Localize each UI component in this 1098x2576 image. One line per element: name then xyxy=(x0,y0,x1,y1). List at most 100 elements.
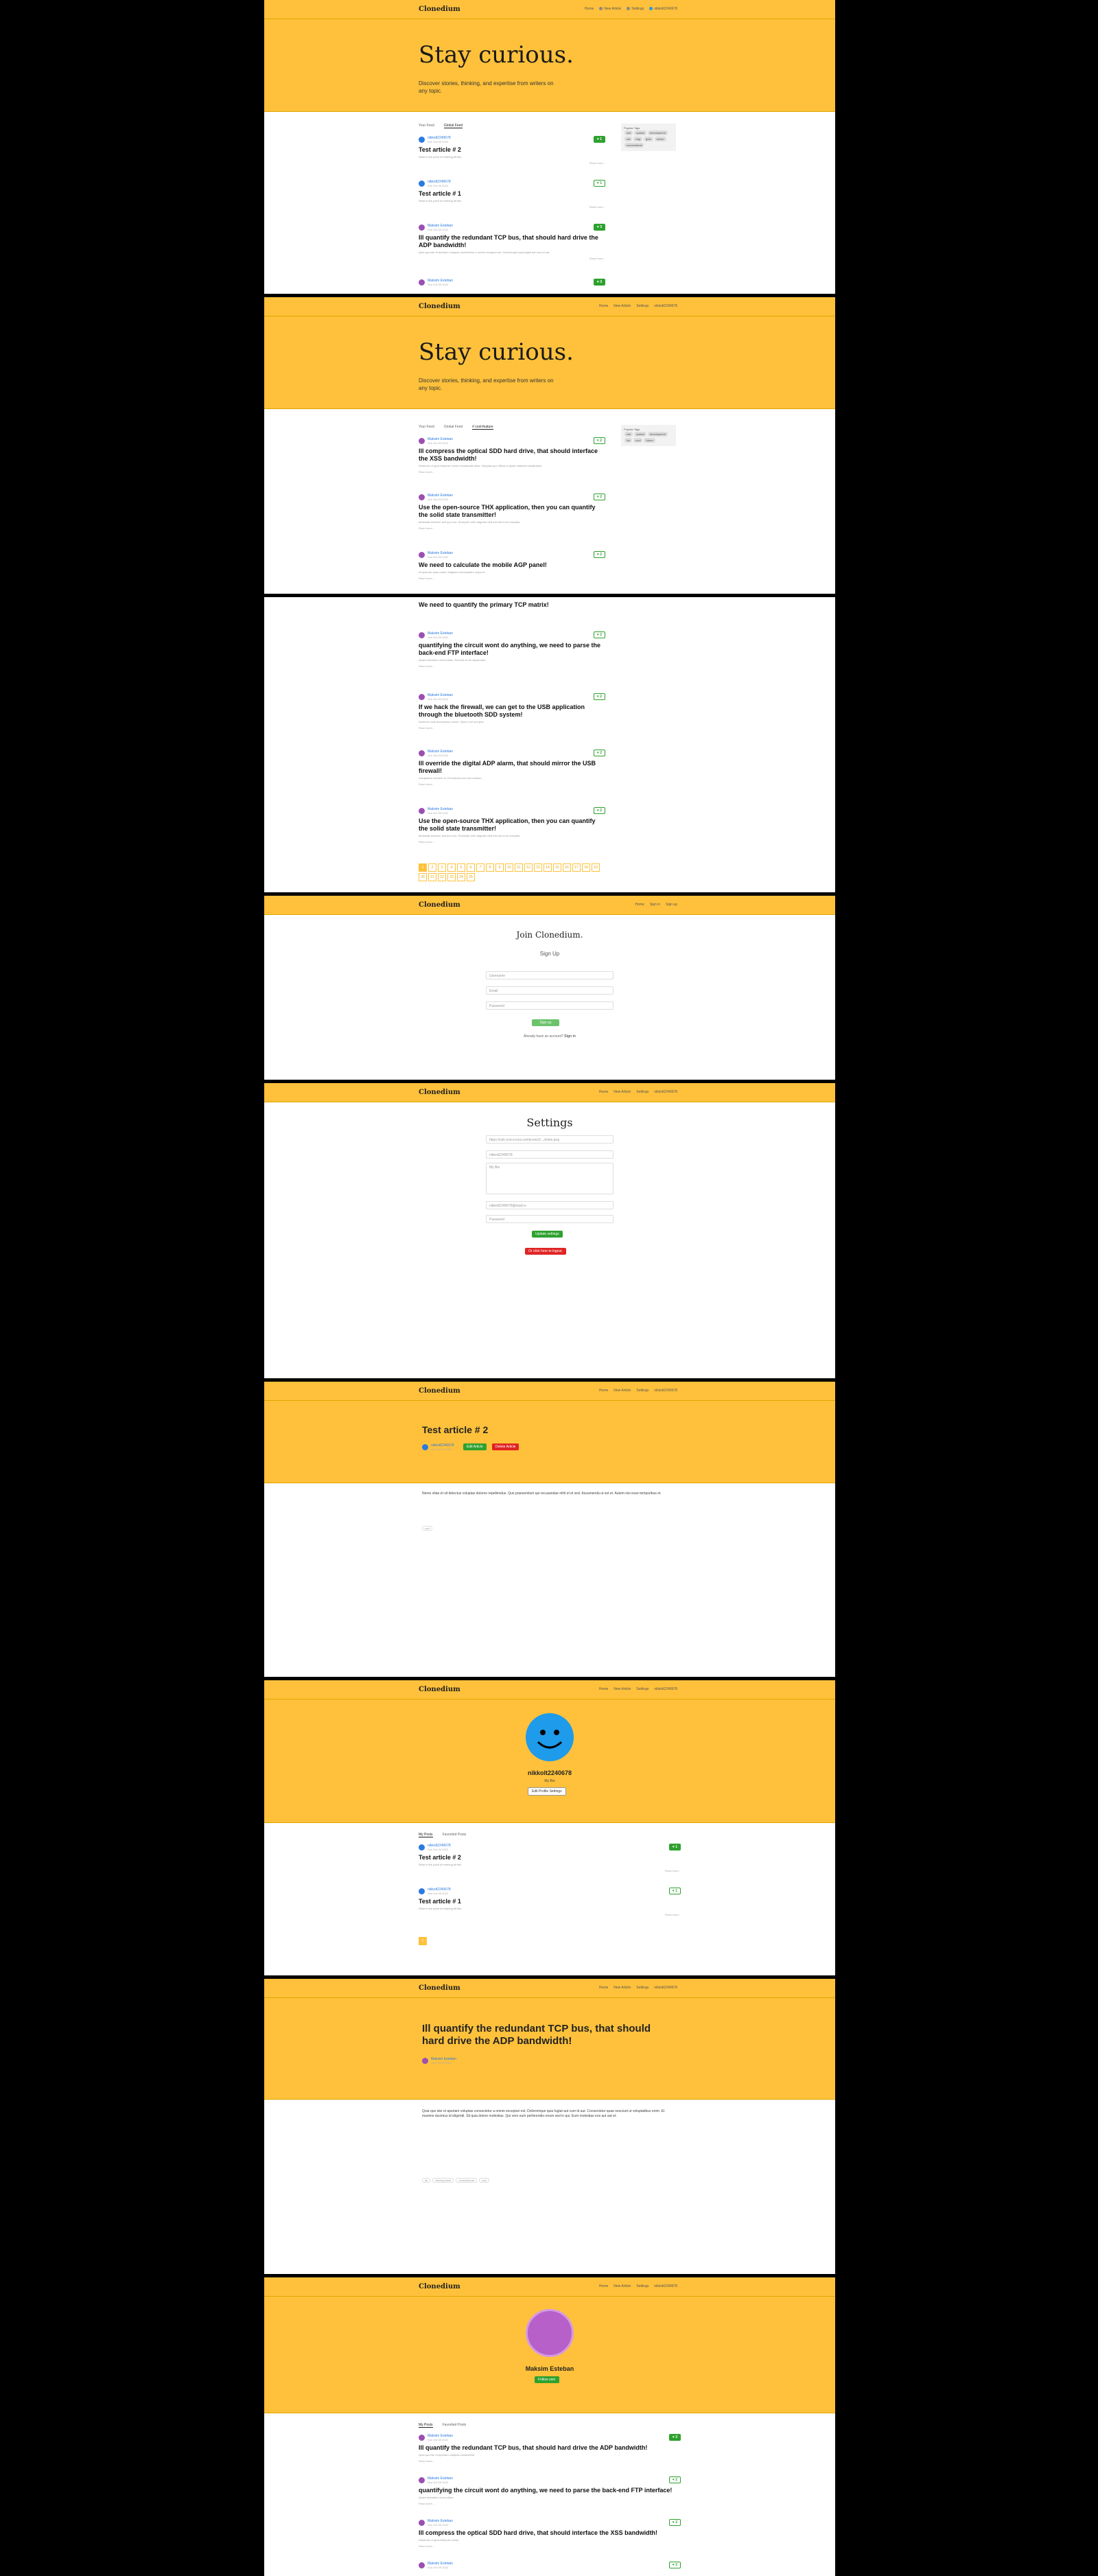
username-input[interactable]: nikkolt2240678 xyxy=(486,1150,614,1159)
email-input[interactable]: nikkolt2240678@mail.ru xyxy=(486,1201,614,1209)
avatar[interactable] xyxy=(419,808,425,814)
brand-logo[interactable]: Clonedium xyxy=(419,901,460,909)
image-url-input[interactable]: https://cdn.icon-icons.com/icons2/.../sm… xyxy=(486,1135,614,1144)
nav-user[interactable]: nikkolt2240678 xyxy=(654,304,677,308)
update-settings-button[interactable]: Update settings xyxy=(532,1231,563,1238)
like-button[interactable]: ♥ 2 xyxy=(593,750,605,756)
nav-user[interactable]: nikkolt2240678 xyxy=(654,1687,677,1691)
tab-tag[interactable]: # cool-feature xyxy=(472,425,493,430)
nav-settings[interactable]: Settings xyxy=(636,1389,649,1393)
read-more[interactable]: Read more... xyxy=(419,577,605,580)
article-preview[interactable]: Maksim Esteban Sun Oct 09 2022 ♥ 2 Use th… xyxy=(419,807,605,844)
tag-pill[interactable]: development xyxy=(648,130,668,135)
page-link[interactable]: 14 xyxy=(544,863,552,872)
article-title[interactable]: quantifying the circuit wont do anything… xyxy=(419,642,605,657)
article-title[interactable]: Ill compress the optical SDD hard drive,… xyxy=(419,2529,681,2537)
article-title[interactable]: If we hack the firewall, we can get to t… xyxy=(419,704,605,719)
page-link[interactable]: 10 xyxy=(505,863,513,872)
page-link[interactable]: 2 xyxy=(428,863,436,872)
signin-link[interactable]: Sign in xyxy=(564,1034,576,1038)
nav-settings[interactable]: Settings xyxy=(627,7,644,11)
page-link[interactable]: 18 xyxy=(582,863,590,872)
like-button[interactable]: ♥ 3 xyxy=(668,2434,681,2441)
like-button[interactable]: ♥ 1 xyxy=(593,180,605,187)
page-link[interactable]: 23 xyxy=(447,873,456,881)
read-more[interactable]: Read more... xyxy=(419,257,605,260)
page-link[interactable]: 1 xyxy=(419,863,427,872)
page-link[interactable]: 19 xyxy=(592,863,600,872)
tag-pill[interactable]: development xyxy=(432,2178,454,2183)
article-title[interactable]: Test article # 1 xyxy=(419,190,605,198)
article-title[interactable]: Ill compress the optical SDD hard drive,… xyxy=(419,448,605,463)
page-link[interactable]: 24 xyxy=(457,873,465,881)
password-field[interactable]: Password xyxy=(486,1001,614,1010)
nav-signin[interactable]: Sign in xyxy=(650,903,660,907)
tag-pill[interactable]: cool xyxy=(478,2178,490,2183)
tab-global-feed[interactable]: Global Feed xyxy=(443,124,463,128)
tag-pill[interactable]: cat xyxy=(624,137,633,141)
article-preview[interactable]: Maksim Esteban Sun Oct 09 2022 ♥ 2 Use th… xyxy=(419,494,605,530)
article-title[interactable]: We need to quantify the primary TCP matr… xyxy=(419,601,605,609)
brand-logo[interactable]: Clonedium xyxy=(419,2283,460,2290)
read-more[interactable]: Read more... xyxy=(419,726,605,730)
nav-settings[interactable]: Settings xyxy=(636,304,649,308)
article-title[interactable]: Test article # 1 xyxy=(419,1898,681,1905)
page-link[interactable]: 22 xyxy=(438,873,446,881)
avatar[interactable] xyxy=(419,2435,425,2441)
article-preview[interactable]: Maksim Esteban Sun Oct 09 2022 ♥ 2 quanti… xyxy=(419,631,605,668)
tag-pill[interactable]: cool xyxy=(633,438,643,443)
article-preview[interactable]: nikkolt2240678 Sun Oct 09 2022 ♥ 1 Test a… xyxy=(419,136,605,165)
page-link[interactable]: 12 xyxy=(524,863,533,872)
article-preview[interactable]: Maksim Esteban Sun Oct 09 2022 ♥ 2 quanti… xyxy=(419,2476,681,2505)
page-link[interactable]: 4 xyxy=(447,863,456,872)
avatar[interactable] xyxy=(419,438,425,444)
article-title[interactable]: Test article # 2 xyxy=(419,1854,681,1861)
article-preview[interactable]: Maksim Esteban Sun Oct 09 2022 ♥ 3 Ill qu… xyxy=(419,224,605,260)
avatar[interactable] xyxy=(419,2477,425,2483)
avatar[interactable] xyxy=(419,694,425,700)
avatar[interactable] xyxy=(419,632,425,638)
nav-user[interactable]: nikkolt2240678 xyxy=(649,7,677,11)
brand-logo[interactable]: Clonedium xyxy=(419,1089,460,1096)
article-preview[interactable]: nikkolt2240678 Sun Oct 09 2022 ♥ 1 Test a… xyxy=(419,1844,681,1872)
article-preview[interactable]: We need to quantify the primary TCP matr… xyxy=(419,599,605,609)
like-button[interactable]: ♥ 2 xyxy=(593,807,605,814)
article-preview[interactable]: nikkolt2240678 Sun Oct 09 2022 ♥ 1 Test a… xyxy=(419,180,605,209)
nav-new-article[interactable]: New Article xyxy=(614,1687,631,1691)
read-more[interactable]: Read more... xyxy=(419,470,605,474)
read-more[interactable]: Read more... xyxy=(419,2459,681,2463)
nav-home[interactable]: Home xyxy=(635,903,644,907)
nav-new-article[interactable]: New Article xyxy=(599,7,621,11)
like-button[interactable]: ♥ 2 xyxy=(593,437,605,444)
brand-logo[interactable]: Clonedium xyxy=(419,1984,460,1992)
page-link[interactable]: 5 xyxy=(457,863,465,872)
article-preview[interactable]: Maksim Esteban Sun Oct 09 2022 ♥ 2 Ill co… xyxy=(419,437,605,474)
email-field[interactable]: Email xyxy=(486,986,614,995)
avatar[interactable] xyxy=(419,137,425,143)
tab-your-feed[interactable]: Your Feed xyxy=(419,425,434,430)
article-title[interactable]: Ill quantify the redundant TCP bus, that… xyxy=(419,234,605,249)
article-preview[interactable]: Maksim Esteban Sun Oct 09 2022 ♥ 2 Ill co… xyxy=(419,2519,681,2548)
read-more[interactable]: Read more... xyxy=(419,840,605,844)
page-link[interactable]: 11 xyxy=(515,863,523,872)
like-button[interactable]: ♥ 2 xyxy=(668,2562,681,2568)
brand-logo[interactable]: Clonedium xyxy=(419,1686,460,1693)
page-link[interactable]: 3 xyxy=(438,863,446,872)
tag-pill[interactable]: quibus xyxy=(634,432,647,437)
logout-button[interactable]: Or click here to logout. xyxy=(525,1248,567,1255)
read-more[interactable]: Read more... xyxy=(419,664,605,668)
avatar[interactable] xyxy=(419,1844,425,1850)
tag-pill[interactable]: monio xyxy=(654,137,666,141)
nav-home[interactable]: Home xyxy=(585,7,594,11)
article-title[interactable]: Use the open-source THX application, the… xyxy=(419,817,605,833)
read-more[interactable]: Read more... xyxy=(419,1869,681,1872)
nav-home[interactable]: Home xyxy=(599,1687,608,1691)
read-more[interactable]: Read more... xyxy=(419,161,605,165)
nav-user[interactable]: nikkolt2240678 xyxy=(654,2284,677,2288)
tab-my-posts[interactable]: My Posts xyxy=(419,2423,433,2428)
brand-logo[interactable]: Clonedium xyxy=(419,5,460,13)
edit-profile-button[interactable]: Edit Profile Settings xyxy=(528,1787,566,1796)
tag-pill[interactable]: quibus xyxy=(634,130,647,135)
tag-pill[interactable]: development xyxy=(648,432,668,437)
nav-new-article[interactable]: New Article xyxy=(614,2284,631,2288)
